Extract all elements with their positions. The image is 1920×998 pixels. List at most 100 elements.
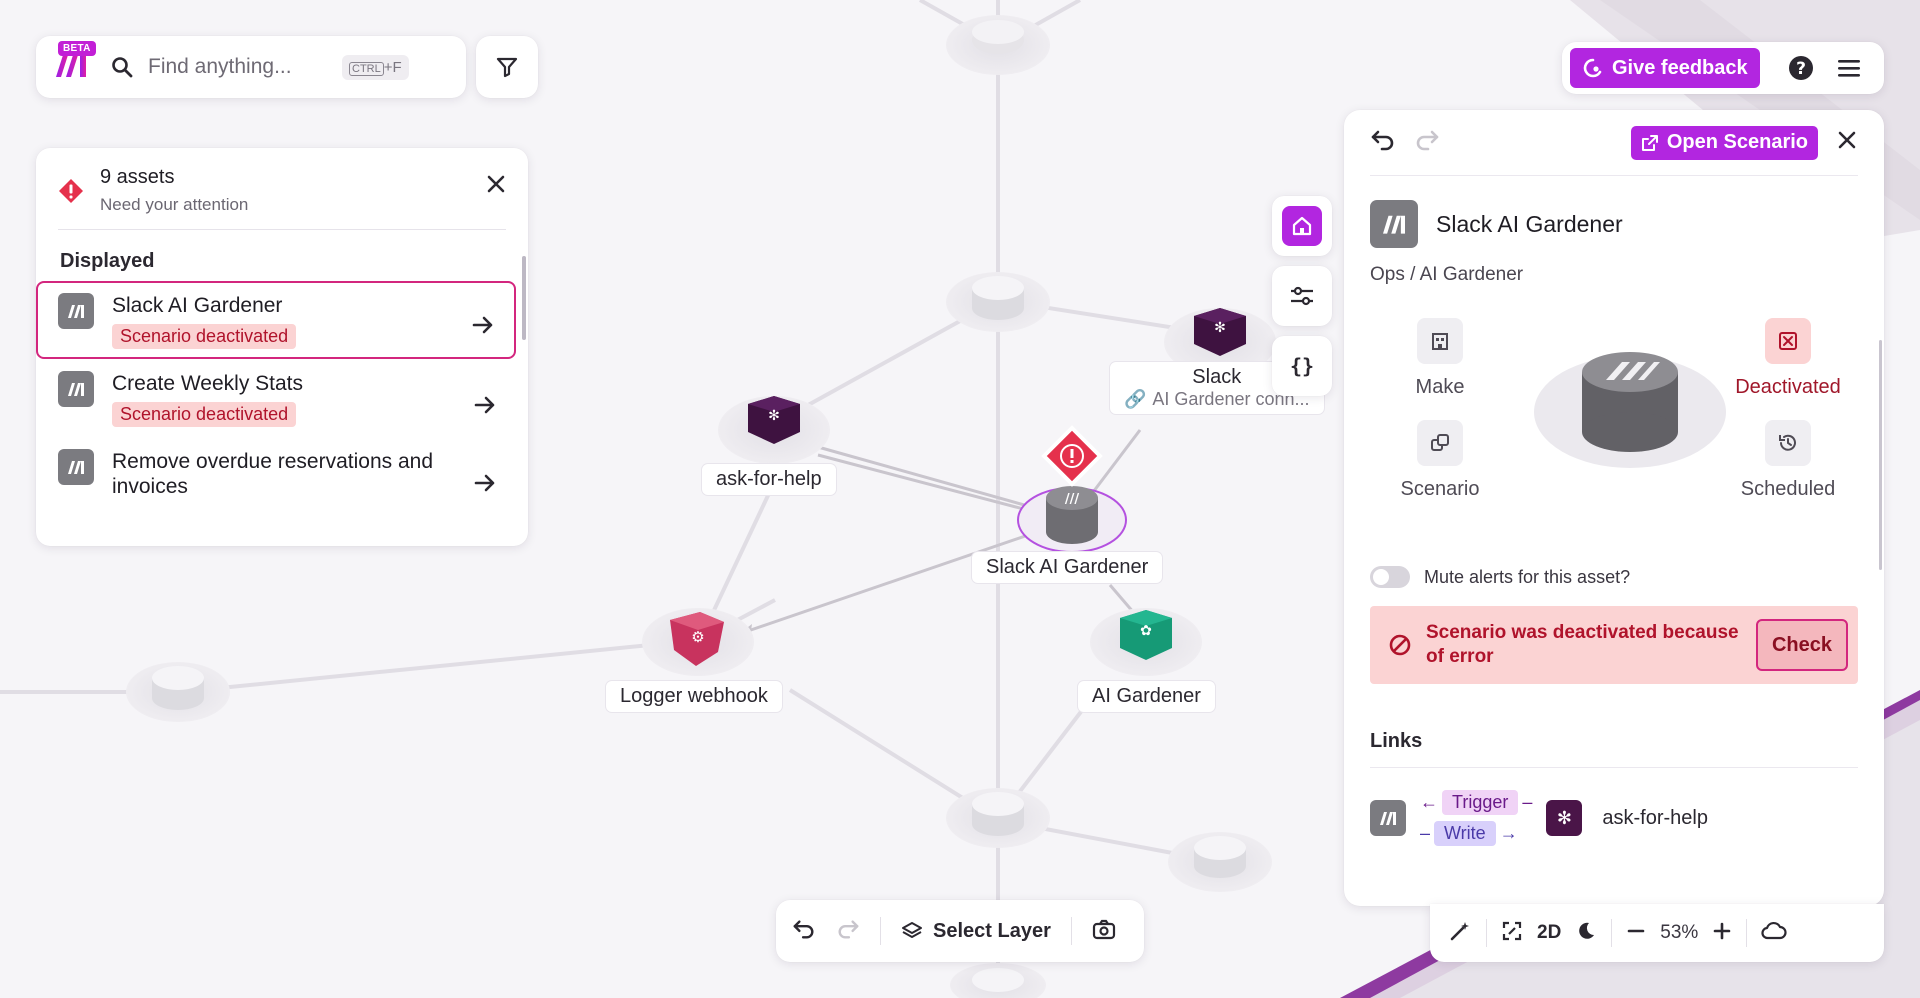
filter-button[interactable]: [476, 36, 538, 98]
write-link: – Write →: [1420, 821, 1532, 846]
camera-icon[interactable]: [1092, 918, 1116, 945]
make-logo[interactable]: BETA: [52, 41, 96, 87]
arrow-right-icon[interactable]: [472, 316, 494, 339]
arrow-right-icon[interactable]: [474, 396, 496, 419]
zoom-out-icon[interactable]: [1626, 921, 1646, 946]
give-feedback-button[interactable]: Give feedback: [1570, 48, 1760, 88]
dash-icon: –: [1522, 792, 1533, 812]
prohibited-icon: [1389, 634, 1411, 656]
undo-icon[interactable]: [1370, 129, 1396, 156]
node-label-ask-for-help[interactable]: ask-for-help: [702, 464, 836, 495]
node-lower-mid[interactable]: [946, 788, 1050, 848]
zoom-toolbar: 2D 53%: [1430, 904, 1884, 962]
undo-icon[interactable]: [792, 918, 816, 945]
fit-screen-icon[interactable]: [1501, 920, 1523, 947]
detail-title: Slack AI Gardener: [1436, 210, 1623, 237]
dark-mode-icon[interactable]: [1575, 920, 1597, 947]
attention-header: 9 assets Need your attention: [58, 166, 506, 230]
link-direction-tags: ← Trigger – – Write →: [1420, 790, 1532, 846]
status-scheduled-label: Scheduled: [1740, 478, 1836, 500]
warning-marker-icon[interactable]: [1041, 425, 1103, 487]
search-shortcut-hint: CTRL +F: [342, 54, 409, 80]
status-scenario: Scenario: [1370, 420, 1510, 501]
status-badge: Scenario deactivated: [112, 402, 297, 427]
divider: [1746, 919, 1748, 947]
mute-alerts-toggle[interactable]: [1370, 566, 1410, 588]
svg-text:✻: ✻: [768, 408, 780, 424]
divider: [880, 917, 881, 945]
mute-alerts-label: Mute alerts for this asset?: [1424, 566, 1631, 587]
asset-item-create-weekly-stats[interactable]: Create Weekly Stats Scenario deactivated: [36, 359, 516, 437]
node-ask-for-help[interactable]: ✻: [718, 396, 830, 464]
search-icon: [110, 55, 134, 79]
status-badge: Scenario deactivated: [112, 324, 297, 349]
node-left[interactable]: [126, 662, 230, 722]
status-scenario-label: Scenario: [1400, 478, 1480, 500]
link-icon: 🔗: [1124, 389, 1147, 409]
building-icon: [1432, 333, 1448, 350]
svg-text:?: ?: [1796, 59, 1806, 79]
status-make: Make: [1370, 318, 1510, 399]
node-logger-webhook[interactable]: ⚙: [642, 608, 754, 676]
svg-text:✿: ✿: [1140, 623, 1152, 639]
node-label-logger-webhook[interactable]: Logger webhook: [606, 681, 782, 712]
arrow-left-icon: ←: [1420, 792, 1438, 812]
redo-icon[interactable]: [836, 918, 860, 945]
shortcut-suffix: +F: [383, 58, 402, 76]
redo-icon[interactable]: [1414, 129, 1440, 156]
arrow-right-icon[interactable]: [474, 474, 496, 497]
asset-item-slack-ai-gardener[interactable]: Slack AI Gardener Scenario deactivated: [36, 281, 516, 359]
open-scenario-button[interactable]: Open Scenario: [1630, 125, 1818, 160]
zoom-level: 53%: [1660, 922, 1699, 943]
node-label-slack-ai-gardener[interactable]: Slack AI Gardener: [972, 552, 1163, 583]
give-feedback-label: Give feedback: [1612, 56, 1748, 79]
view-mode-toggle[interactable]: 2D: [1537, 922, 1561, 944]
svg-text:///: ///: [1065, 492, 1079, 507]
status-scheduled: Scheduled: [1718, 420, 1858, 501]
attention-panel: 9 assets Need your attention Displayed S…: [36, 148, 528, 546]
attention-scrollbar[interactable]: [522, 256, 526, 340]
asset-item-remove-overdue[interactable]: Remove overdue reservations and invoices: [36, 437, 516, 509]
node-lower-right[interactable]: [1168, 832, 1272, 892]
trigger-tag: Trigger: [1442, 790, 1519, 815]
node-label-ai-gardener[interactable]: AI Gardener: [1078, 681, 1215, 712]
divider: [1486, 919, 1487, 947]
cloud-icon[interactable]: [1761, 921, 1787, 946]
history-icon: [1779, 434, 1796, 451]
braces-icon: {}: [1289, 354, 1315, 378]
select-layer-button[interactable]: Select Layer: [901, 920, 1051, 943]
adjust-button[interactable]: [1272, 266, 1332, 326]
trigger-link: ← Trigger –: [1420, 790, 1532, 815]
asset-cylinder-icon: [1534, 352, 1726, 468]
alert-diamond-icon: [58, 178, 84, 204]
detail-scrollbar[interactable]: [1879, 340, 1882, 570]
node-label-text: Slack AI Gardener: [986, 556, 1149, 578]
node-upper-mid[interactable]: [946, 272, 1050, 332]
make-icon: [1370, 200, 1418, 248]
search-input[interactable]: [148, 55, 328, 79]
status-deactivated-label: Deactivated: [1735, 376, 1841, 398]
arrow-right-icon: →: [1499, 823, 1518, 843]
close-icon[interactable]: [1836, 129, 1858, 156]
divider: [1611, 919, 1613, 947]
node-ai-gardener[interactable]: ✿: [1090, 608, 1202, 676]
node-top[interactable]: [946, 15, 1050, 75]
home-view-button[interactable]: [1272, 196, 1332, 256]
deactivation-alert: Scenario was deactivated because of erro…: [1370, 606, 1858, 684]
node-label-text: ask-for-help: [716, 468, 822, 490]
help-icon[interactable]: ?: [1788, 55, 1814, 81]
node-slack-ai-gardener[interactable]: ///: [1017, 486, 1127, 553]
check-button[interactable]: Check: [1755, 619, 1848, 671]
open-scenario-label: Open Scenario: [1666, 131, 1808, 153]
node-bottom[interactable]: [950, 963, 1046, 998]
divider: [1070, 917, 1072, 945]
menu-icon[interactable]: [1837, 58, 1862, 78]
json-view-button[interactable]: {}: [1272, 336, 1332, 396]
close-icon[interactable]: [486, 174, 506, 194]
magic-wand-icon[interactable]: [1448, 919, 1472, 948]
beta-badge: BETA: [58, 41, 96, 56]
zoom-in-icon[interactable]: [1712, 921, 1732, 946]
link-row[interactable]: ← Trigger – – Write → ✻ ask-for-help: [1370, 790, 1858, 846]
asset-name: Slack AI Gardener: [112, 294, 283, 317]
status-deactivated: Deactivated: [1718, 318, 1858, 399]
